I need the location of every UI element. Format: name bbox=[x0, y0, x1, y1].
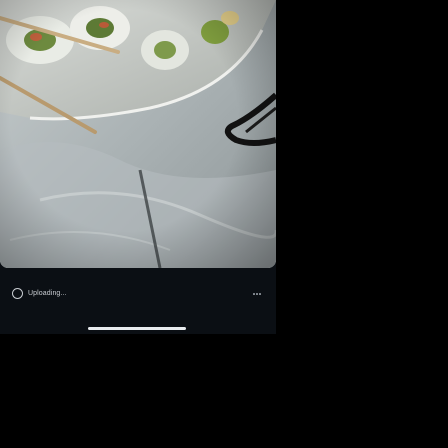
screen: Uploading... bbox=[0, 0, 448, 448]
more-icon-dot bbox=[256, 293, 258, 295]
more-icon-dot bbox=[253, 293, 255, 295]
more-icon[interactable] bbox=[250, 290, 264, 298]
story-photo[interactable] bbox=[0, 0, 276, 268]
story-panel: Uploading... bbox=[0, 0, 276, 334]
bottom-bar: Uploading... bbox=[0, 268, 276, 334]
sushi-photo-image bbox=[0, 0, 276, 268]
home-indicator[interactable] bbox=[88, 327, 186, 330]
more-icon-dot bbox=[259, 293, 261, 295]
spinner-icon bbox=[12, 288, 23, 299]
upload-status-label: Uploading... bbox=[28, 290, 67, 297]
upload-status: Uploading... bbox=[12, 288, 67, 299]
